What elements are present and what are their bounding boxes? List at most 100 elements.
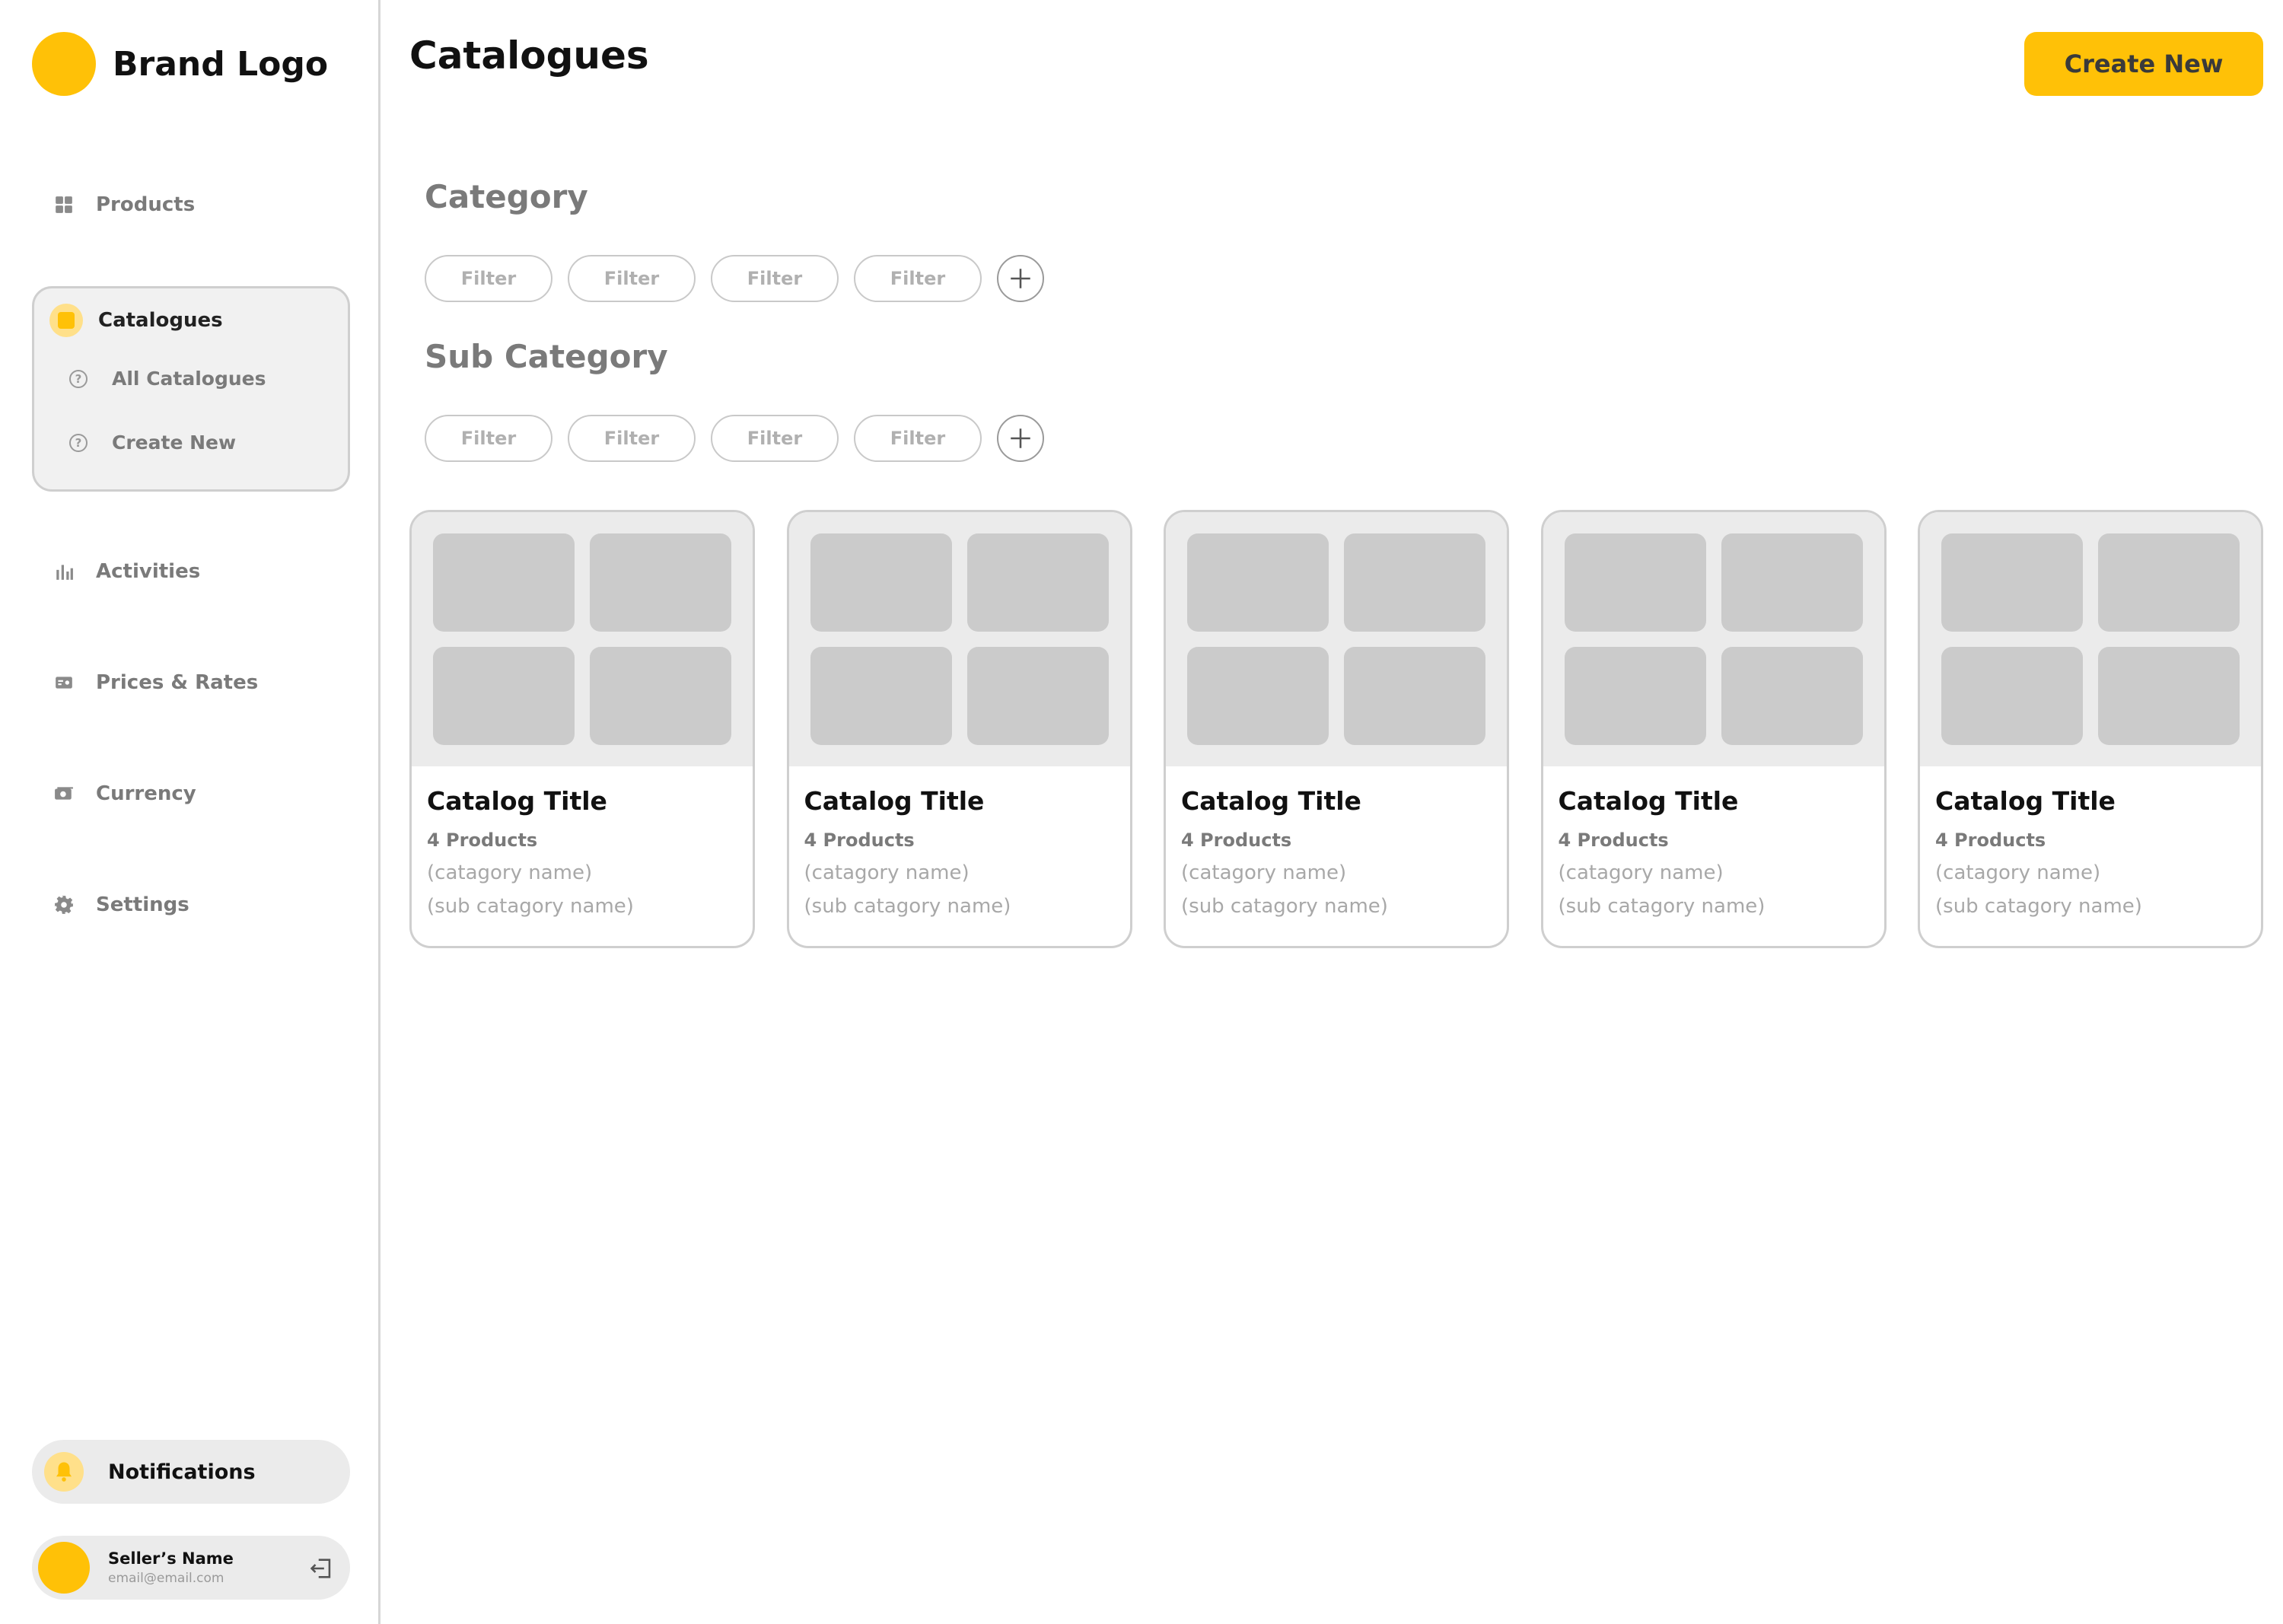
catalog-thumbnails [788,512,1130,766]
sidebar-subitem-all-catalogues[interactable]: ? All Catalogues [69,368,266,390]
sidebar-item-products[interactable]: Products [53,193,195,216]
product-thumbnail [810,647,952,745]
catalog-subcategory: (sub catagory name) [804,895,1011,918]
page-title: Catalogues [409,33,649,78]
help-circle-icon: ? [69,369,88,388]
catalog-title: Catalog Title [1558,786,1739,816]
sidebar-group-catalogues: Catalogues ? All Catalogues ? Create New [32,286,350,492]
catalog-product-count: 4 Products [804,830,915,851]
product-thumbnail [590,533,731,632]
seller-email: email@email.com [108,1571,224,1586]
sidebar: Brand Logo Products Catalogues ? All Cat… [0,0,380,1624]
brand-name: Brand Logo [113,44,329,84]
catalog-product-count: 4 Products [1181,830,1292,851]
catalog-thumbnails [1920,512,2261,766]
catalog-title: Catalog Title [804,786,985,816]
seller-name: Seller’s Name [108,1549,234,1568]
catalog-grid: Catalog Title 4 Products (catagory name)… [409,510,2263,948]
catalog-category: (catagory name) [1181,861,1347,884]
catalog-card-body: Catalog Title 4 Products (catagory name)… [789,766,1130,938]
category-filter-chip[interactable]: Filter [854,255,982,302]
category-filter-chip[interactable]: Filter [568,255,696,302]
catalog-subcategory: (sub catagory name) [1935,895,2142,918]
sidebar-item-label: Catalogues [98,309,223,332]
product-thumbnail [2098,647,2240,745]
catalog-card[interactable]: Catalog Title 4 Products (catagory name)… [1164,510,1509,948]
catalog-product-count: 4 Products [427,830,538,851]
grid-icon [53,194,75,215]
avatar [38,1542,90,1594]
catalog-card[interactable]: Catalog Title 4 Products (catagory name)… [786,510,1132,948]
bell-icon [44,1452,84,1492]
product-thumbnail [1721,533,1863,632]
subcategory-filter-chip[interactable]: Filter [568,415,696,462]
subcategory-filters: Filter Filter Filter Filter [425,415,1044,462]
catalog-product-count: 4 Products [1558,830,1669,851]
add-subcategory-filter-button[interactable] [997,415,1044,462]
seller-profile[interactable]: Seller’s Name email@email.com [32,1536,350,1600]
product-thumbnail [2098,533,2240,632]
category-title: Category [425,178,588,215]
category-filter-chip[interactable]: Filter [425,255,552,302]
product-thumbnail [1941,533,2083,632]
catalog-card[interactable]: Catalog Title 4 Products (catagory name)… [1540,510,1887,948]
catalog-subcategory: (sub catagory name) [427,895,634,918]
catalog-subcategory: (sub catagory name) [1181,895,1388,918]
product-thumbnail [966,647,1109,745]
sidebar-subitem-label: All Catalogues [112,368,266,390]
sidebar-item-label: Products [96,193,196,216]
notifications-button[interactable]: Notifications [32,1440,350,1504]
price-tag-icon [53,672,75,693]
catalog-category: (catagory name) [1935,861,2101,884]
catalog-title: Catalog Title [1181,786,1361,816]
category-filters: Filter Filter Filter Filter [425,255,1044,302]
sidebar-subitem-create-new[interactable]: ? Create New [69,431,236,454]
notifications-label: Notifications [108,1460,256,1484]
product-thumbnail [1187,533,1329,632]
subcategory-filter-chip[interactable]: Filter [854,415,982,462]
sidebar-item-settings[interactable]: Settings [53,893,189,916]
product-thumbnail [1564,533,1706,632]
catalog-product-count: 4 Products [1935,830,2046,851]
product-thumbnail [1941,647,2083,745]
add-category-filter-button[interactable] [997,255,1044,302]
product-thumbnail [1564,647,1706,745]
subcategory-filter-chip[interactable]: Filter [425,415,552,462]
create-new-button[interactable]: Create New [2024,32,2263,96]
catalog-title: Catalog Title [427,786,607,816]
catalog-subcategory: (sub catagory name) [1558,895,1766,918]
plus-icon [1011,428,1030,448]
cash-icon [53,783,75,804]
product-thumbnail [810,533,952,632]
catalog-title: Catalog Title [1935,786,2116,816]
catalog-category: (catagory name) [427,861,593,884]
product-thumbnail [1721,647,1863,745]
product-thumbnail [1344,647,1485,745]
sidebar-item-activities[interactable]: Activities [53,560,200,583]
sidebar-item-label: Currency [96,782,196,805]
catalog-category: (catagory name) [804,861,970,884]
brand-logo[interactable]: Brand Logo [32,32,328,96]
catalog-card[interactable]: Catalog Title 4 Products (catagory name)… [1918,510,2263,948]
catalog-card-body: Catalog Title 4 Products (catagory name)… [1920,766,2261,938]
catalog-card-body: Catalog Title 4 Products (catagory name)… [1543,766,1884,938]
sidebar-item-label: Activities [96,560,201,583]
help-circle-icon: ? [69,433,88,452]
product-thumbnail [433,533,575,632]
book-icon [49,304,83,337]
sidebar-item-prices-rates[interactable]: Prices & Rates [53,671,258,694]
catalog-thumbnails [1166,512,1507,766]
catalog-card[interactable]: Catalog Title 4 Products (catagory name)… [409,510,755,948]
subcategory-filter-chip[interactable]: Filter [711,415,839,462]
catalog-category: (catagory name) [1558,861,1724,884]
brand-logo-mark [32,32,96,96]
category-filter-chip[interactable]: Filter [711,255,839,302]
subcategory-title: Sub Category [425,338,668,375]
catalog-card-body: Catalog Title 4 Products (catagory name)… [1166,766,1507,938]
sidebar-item-currency[interactable]: Currency [53,782,196,805]
logout-icon[interactable] [309,1556,335,1581]
catalog-thumbnails [412,512,753,766]
catalog-card-body: Catalog Title 4 Products (catagory name)… [412,766,753,938]
product-thumbnail [433,647,575,745]
sidebar-item-catalogues[interactable]: Catalogues [49,304,223,337]
